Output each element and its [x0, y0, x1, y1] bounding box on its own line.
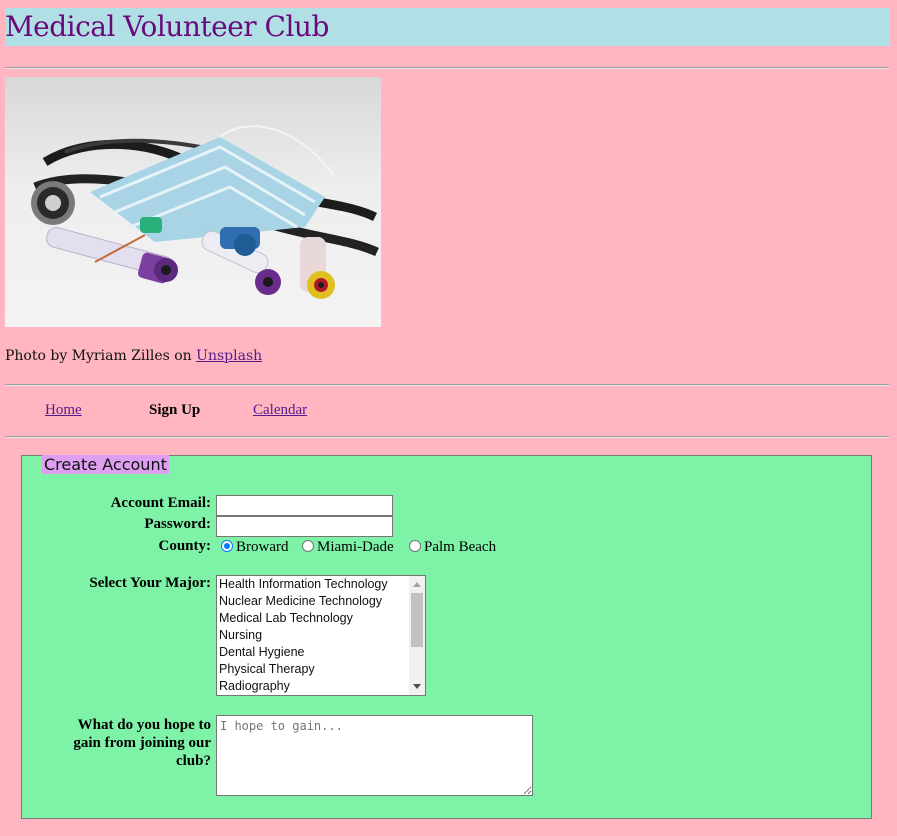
hope-label-line: club?	[175, 753, 211, 769]
divider-top	[5, 67, 889, 69]
scroll-up-arrow-icon[interactable]	[413, 582, 421, 587]
password-label: Password:	[144, 516, 211, 532]
major-option[interactable]: Health Information Technology	[219, 576, 425, 593]
major-select-scrollbar[interactable]	[409, 576, 425, 695]
scrollbar-thumb[interactable]	[411, 593, 423, 647]
email-label: Account Email:	[110, 495, 211, 511]
major-option[interactable]: Physical Therapy	[219, 661, 425, 678]
major-option[interactable]: Nursing	[219, 627, 425, 644]
major-option[interactable]: Dental Hygiene	[219, 644, 425, 661]
major-select[interactable]: Health Information Technology Nuclear Me…	[216, 575, 426, 696]
county-option-label: Broward	[236, 539, 289, 555]
hope-label: What do you hope to gain from joining ou…	[73, 716, 211, 770]
county-label: County:	[158, 538, 211, 554]
radio-unchecked-icon[interactable]	[302, 540, 314, 552]
nav-home-link[interactable]: Home	[45, 402, 82, 419]
county-radio-broward[interactable]: Broward	[221, 539, 289, 556]
county-radio-palm-beach[interactable]: Palm Beach	[409, 539, 496, 556]
nav-signup-current: Sign Up	[149, 402, 201, 418]
divider-nav-bottom	[5, 436, 889, 438]
radio-unchecked-icon[interactable]	[409, 540, 421, 552]
county-option-label: Palm Beach	[424, 539, 497, 555]
hope-label-line: What do you hope to	[77, 717, 211, 733]
page-title: Medical Volunteer Club	[5, 10, 329, 43]
nav-calendar-link[interactable]: Calendar	[253, 402, 307, 419]
form-legend: Create Account	[42, 455, 169, 474]
scroll-down-arrow-icon[interactable]	[413, 684, 421, 689]
major-option[interactable]: Medical Lab Technology	[219, 610, 425, 627]
medical-supplies-photo	[5, 77, 381, 327]
major-option[interactable]: Nuclear Medicine Technology	[219, 593, 425, 610]
county-radio-miami-dade[interactable]: Miami-Dade	[302, 539, 394, 556]
county-option-label: Miami-Dade	[317, 539, 394, 555]
divider-nav-top	[5, 384, 889, 386]
radio-checked-icon[interactable]	[221, 540, 233, 552]
major-option[interactable]: Radiography	[219, 678, 425, 695]
major-label: Select Your Major:	[89, 575, 211, 591]
email-field[interactable]	[216, 495, 393, 516]
header-banner: Medical Volunteer Club	[5, 8, 890, 46]
hope-label-line: gain from joining our	[73, 735, 211, 751]
password-field[interactable]	[216, 516, 393, 537]
photo-credit: Photo by Myriam Zilles on Unsplash	[5, 348, 262, 364]
unsplash-link[interactable]: Unsplash	[196, 348, 262, 364]
hope-textarea[interactable]	[216, 715, 533, 796]
main-nav: Home Sign Up Calendar	[0, 402, 897, 422]
photo-credit-text: Photo by Myriam Zilles on	[5, 348, 192, 364]
